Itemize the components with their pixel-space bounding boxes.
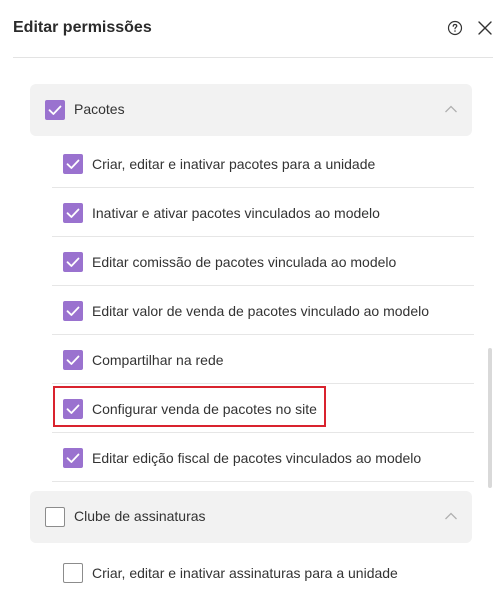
permission-label: Editar valor de venda de pacotes vincula… bbox=[92, 303, 429, 319]
permission-checkbox[interactable] bbox=[63, 301, 83, 321]
chevron-up-icon[interactable] bbox=[444, 511, 458, 521]
permission-checkbox[interactable] bbox=[63, 350, 83, 370]
header-divider bbox=[13, 57, 493, 58]
close-icon[interactable] bbox=[476, 19, 494, 37]
permission-item[interactable]: Compartilhar na rede bbox=[52, 336, 474, 384]
permission-label: Editar comissão de pacotes vinculada ao … bbox=[92, 254, 397, 270]
permission-item[interactable]: Configurar venda de pacotes no site bbox=[52, 385, 474, 433]
permission-item[interactable]: Inativar e ativar pacotes vinculados ao … bbox=[52, 189, 474, 237]
permission-label: Configurar venda de pacotes no site bbox=[92, 401, 317, 417]
permission-checkbox[interactable] bbox=[63, 154, 83, 174]
permission-item[interactable]: Editar comissão de pacotes vinculada ao … bbox=[52, 238, 474, 286]
scrollbar-thumb[interactable] bbox=[488, 348, 492, 488]
permission-label: Criar, editar e inativar assinaturas par… bbox=[92, 565, 398, 581]
section-header-clube-de-assinaturas[interactable]: Clube de assinaturas bbox=[30, 491, 472, 543]
check-icon bbox=[48, 105, 62, 115]
row-divider bbox=[52, 481, 474, 482]
permission-checkbox[interactable] bbox=[63, 563, 83, 583]
permission-label: Inativar e ativar pacotes vinculados ao … bbox=[92, 205, 380, 221]
check-icon bbox=[66, 306, 80, 316]
modal-title: Editar permissões bbox=[13, 19, 152, 36]
section-label-clube-de-assinaturas: Clube de assinaturas bbox=[74, 508, 206, 524]
check-icon bbox=[66, 208, 80, 218]
permission-checkbox[interactable] bbox=[63, 203, 83, 223]
row-divider bbox=[52, 187, 474, 188]
permission-item[interactable]: Editar edição fiscal de pacotes vinculad… bbox=[52, 434, 474, 482]
row-divider bbox=[52, 285, 474, 286]
section-checkbox-pacotes[interactable] bbox=[45, 100, 65, 120]
section-label-pacotes: Pacotes bbox=[74, 101, 125, 117]
check-icon bbox=[66, 159, 80, 169]
modal-header: Editar permissões bbox=[0, 0, 502, 58]
permission-item[interactable]: Editar valor de venda de pacotes vincula… bbox=[52, 287, 474, 335]
permission-item[interactable]: Criar, editar e inativar pacotes para a … bbox=[52, 140, 474, 188]
permission-label: Editar edição fiscal de pacotes vinculad… bbox=[92, 450, 422, 466]
permission-label: Compartilhar na rede bbox=[92, 352, 224, 368]
check-icon bbox=[66, 453, 80, 463]
permission-checkbox[interactable] bbox=[63, 252, 83, 272]
check-icon bbox=[66, 257, 80, 267]
question-circle-icon[interactable] bbox=[447, 20, 463, 36]
row-divider bbox=[52, 383, 474, 384]
section-header-pacotes[interactable]: Pacotes bbox=[30, 84, 472, 136]
row-divider bbox=[52, 334, 474, 335]
check-icon bbox=[66, 404, 80, 414]
row-divider bbox=[52, 432, 474, 433]
permission-checkbox[interactable] bbox=[63, 448, 83, 468]
permission-checkbox[interactable] bbox=[63, 399, 83, 419]
row-divider bbox=[52, 236, 474, 237]
check-icon bbox=[66, 355, 80, 365]
permission-label: Criar, editar e inativar pacotes para a … bbox=[92, 156, 376, 172]
permission-item[interactable]: Criar, editar e inativar assinaturas par… bbox=[52, 549, 474, 597]
chevron-up-icon[interactable] bbox=[444, 104, 458, 114]
section-checkbox-clube-de-assinaturas[interactable] bbox=[45, 507, 65, 527]
